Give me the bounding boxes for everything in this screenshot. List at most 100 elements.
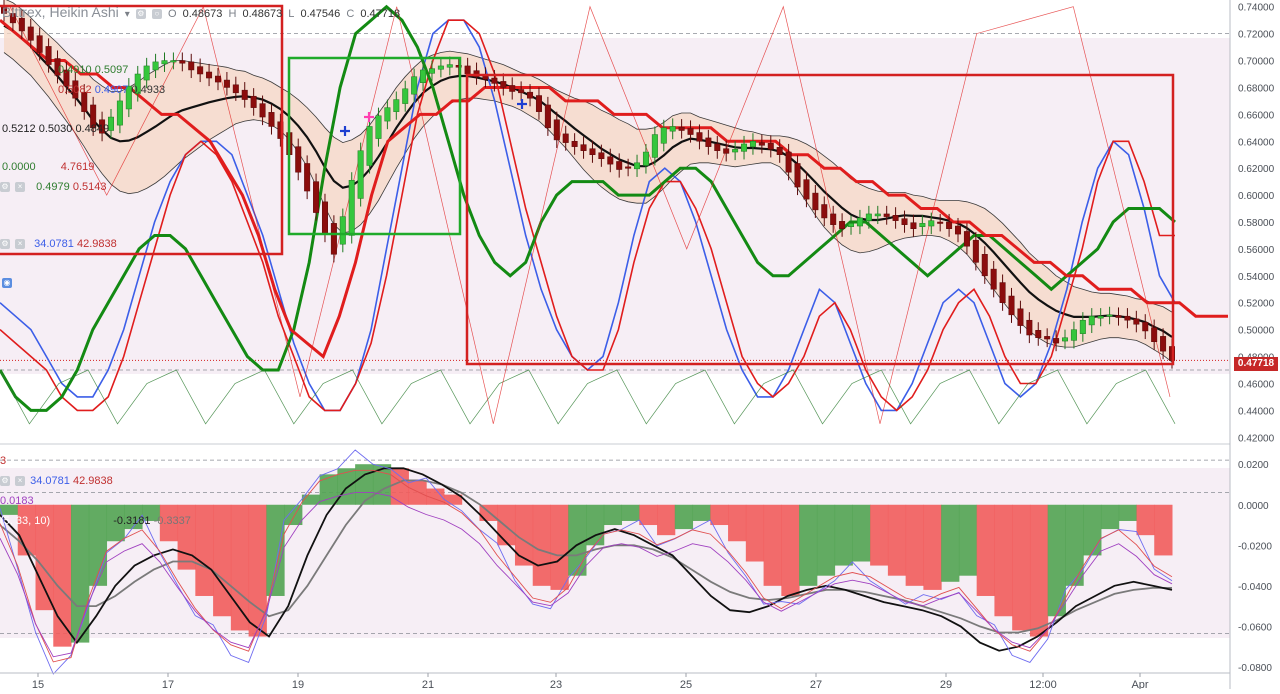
- candle: [758, 142, 765, 146]
- candle: [295, 146, 302, 173]
- settings-icon[interactable]: ⚙: [135, 9, 146, 20]
- histogram-bar: [852, 504, 871, 562]
- candle: [509, 85, 516, 92]
- histogram-bar: [1012, 504, 1031, 631]
- y-tick-label: 0.64000: [1238, 137, 1275, 148]
- candle: [999, 282, 1006, 303]
- settings-icon[interactable]: ⚙: [0, 182, 10, 193]
- legend-value: 4.7619: [60, 161, 95, 173]
- ohlc-header: Bittrex, Heikin Ashi ▾ ⚙ ○ O 0.48673 H 0…: [2, 4, 403, 20]
- candle: [972, 239, 979, 263]
- candle: [446, 64, 453, 68]
- chevron-down-icon[interactable]: ▾: [125, 9, 130, 20]
- candle: [955, 225, 962, 235]
- candle: [241, 89, 248, 100]
- candle: [384, 107, 391, 122]
- x-tick-label: Apr: [1131, 679, 1148, 689]
- close-icon[interactable]: ×: [15, 476, 26, 487]
- candle: [1079, 319, 1086, 334]
- histogram-bar: [1083, 504, 1102, 556]
- open-value: 0.48673: [182, 8, 223, 20]
- histogram-bar: [781, 504, 800, 596]
- legend-value: -0.3337: [153, 515, 191, 527]
- histogram-bar: [887, 504, 907, 576]
- candle: [1026, 319, 1033, 336]
- candle: [910, 222, 917, 229]
- candle: [152, 61, 159, 71]
- candle: [1133, 318, 1140, 325]
- histogram-bar: [958, 504, 978, 576]
- eye-icon[interactable]: ◉: [2, 278, 12, 289]
- histogram-bar: [532, 504, 551, 586]
- candle: [946, 221, 953, 229]
- candle: [705, 137, 712, 147]
- histogram-bar: [1047, 504, 1066, 617]
- candle: [366, 126, 373, 166]
- x-tick-label: 21: [422, 679, 434, 689]
- candle: [830, 213, 837, 225]
- candle: [527, 91, 534, 99]
- candle: [901, 218, 908, 225]
- candle: [304, 163, 311, 192]
- candle: [420, 69, 427, 83]
- candle: [937, 221, 944, 224]
- candle: [767, 143, 774, 150]
- histogram-bar: [621, 504, 640, 521]
- chart-root: 0.74000 0.72000 0.70000 0.68000 0.66000 0.640…: [0, 0, 1280, 691]
- histogram-bar: [408, 480, 427, 505]
- high-value: 0.48673: [242, 8, 283, 20]
- candle: [321, 201, 328, 235]
- candle: [411, 76, 418, 95]
- candle: [714, 143, 721, 151]
- eye-icon[interactable]: ○: [151, 9, 162, 20]
- histogram-bar: [1118, 504, 1137, 521]
- y-tick-label: 0.70000: [1238, 57, 1275, 68]
- candle: [206, 71, 213, 79]
- candle: [428, 68, 435, 74]
- settings-icon[interactable]: ⚙: [0, 476, 10, 487]
- lower-legend-2: ⚙ × 34.0781 42.9838: [0, 475, 113, 487]
- close-icon[interactable]: ×: [15, 239, 26, 250]
- histogram-bar: [976, 504, 995, 596]
- candle: [214, 75, 221, 83]
- histogram-bar: [319, 474, 338, 505]
- legend-value: 42.9838: [76, 238, 117, 250]
- candle: [848, 223, 855, 227]
- candle: [259, 103, 266, 118]
- lower-y-tick-label: -0.0200: [1238, 541, 1272, 552]
- symbol-label[interactable]: Bittrex, Heikin Ashi: [2, 4, 119, 20]
- candle: [928, 220, 935, 227]
- candle: [1053, 338, 1060, 344]
- indicator-legend-2: 0.5082 0.4907 0.4933: [58, 84, 165, 96]
- candle: [571, 141, 578, 147]
- close-icon[interactable]: ×: [15, 182, 26, 193]
- indicator-toggle: ◉: [2, 277, 14, 289]
- legend-value: 34.0781: [34, 238, 74, 250]
- histogram-bar: [692, 504, 711, 521]
- candle: [634, 162, 641, 170]
- candle: [116, 100, 123, 126]
- candle: [821, 204, 828, 219]
- candle: [642, 151, 649, 166]
- candle: [562, 133, 569, 143]
- histogram-bar: [1154, 504, 1173, 556]
- legend-value: -0.3181: [113, 515, 151, 527]
- candle: [535, 95, 542, 112]
- histogram-bar: [941, 504, 960, 582]
- chart-svg: 0.74000 0.72000 0.70000 0.68000 0.66000 0.640…: [0, 0, 1280, 691]
- indicator-legend-3: 0.5212 0.5030 0.4849: [2, 123, 109, 135]
- histogram-bar: [994, 504, 1013, 617]
- lower-legend-3: 0.0183: [0, 495, 34, 507]
- candle: [18, 17, 25, 32]
- indicator-legend-4: 0.0000 4.7619: [2, 161, 94, 173]
- y-tick-label: 0.50000: [1238, 326, 1275, 337]
- histogram-bar: [905, 504, 924, 586]
- settings-icon[interactable]: ⚙: [0, 239, 10, 250]
- candle: [1088, 315, 1095, 326]
- high-label: H: [228, 8, 237, 20]
- x-tick-label: 23: [550, 679, 562, 689]
- y-tick-label: 0.46000: [1238, 379, 1275, 390]
- candle: [678, 126, 685, 131]
- candle: [375, 115, 382, 139]
- y-tick-label: 0.74000: [1238, 3, 1275, 14]
